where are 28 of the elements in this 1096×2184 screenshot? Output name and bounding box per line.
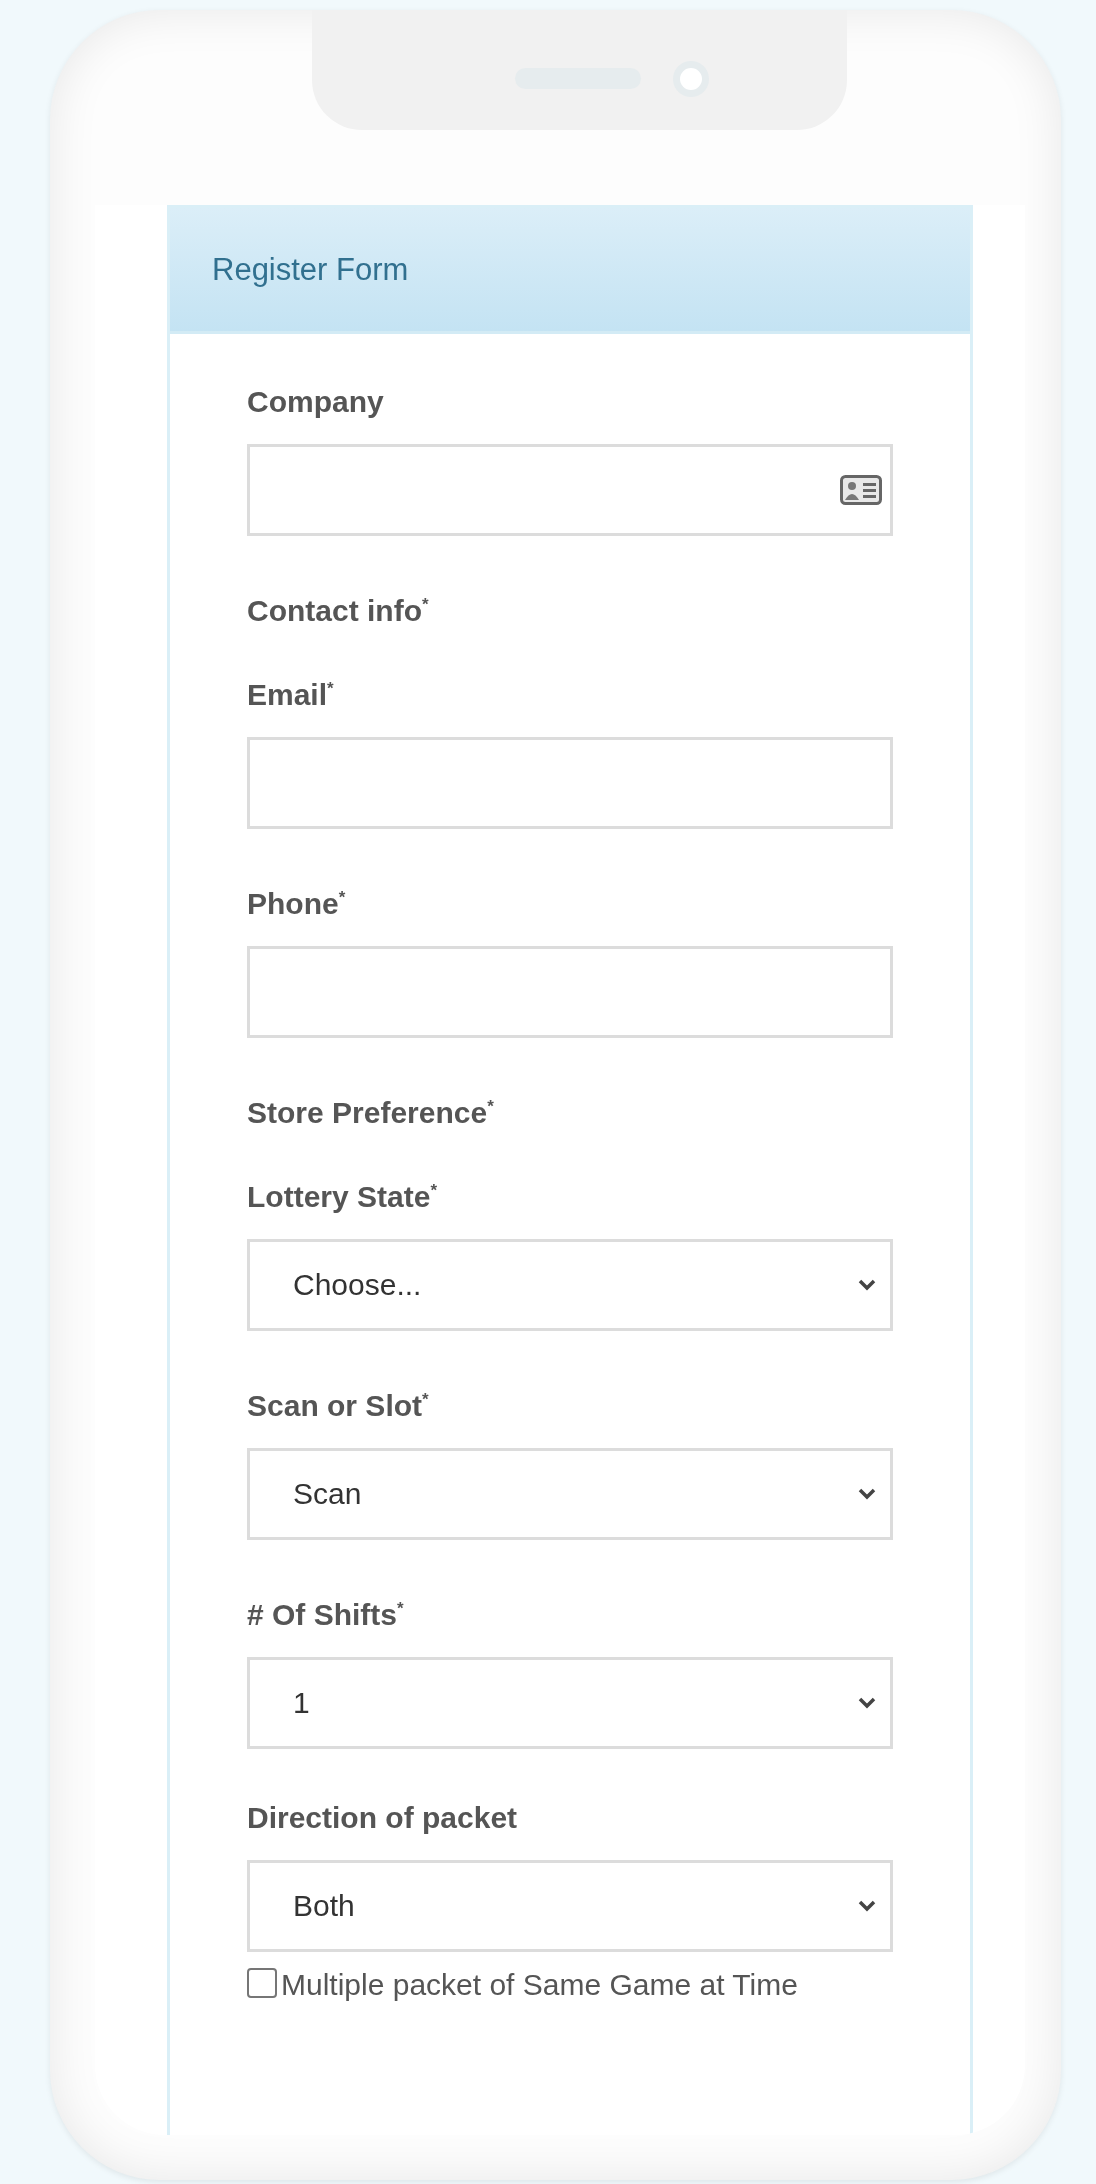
checkbox-label: Multiple packet of Same Game at Time [281,1968,798,2001]
field-label: # Of Shifts$^{*}$ [247,1597,404,1633]
select-value: Both [293,1889,355,1923]
field-label: Phone$^{*}$ [247,886,346,922]
field-label: Company [247,384,384,420]
chevron-down-icon [858,1279,876,1291]
field-label: Lottery State$^{*}$ [247,1179,437,1215]
field-label: Contact info$^{*}$ [247,593,429,629]
chevron-down-icon [858,1900,876,1912]
chevron-down-icon [858,1488,876,1500]
checkbox[interactable] [247,1968,277,1998]
text-input-field[interactable] [247,737,893,829]
field-label: Scan or Slot$^{*}$ [247,1388,429,1424]
chevron-down-icon [858,1697,876,1709]
select-field[interactable]: Both [247,1860,893,1952]
text-input-field[interactable] [247,444,893,536]
select-field[interactable]: Choose... [247,1239,893,1331]
select-field[interactable]: Scan [247,1448,893,1540]
field-label: Email$^{*}$ [247,677,334,713]
select-field[interactable]: 1 [247,1657,893,1749]
select-value: 1 [293,1686,310,1720]
field-label: Direction of packet [247,1800,518,1836]
text-input-field[interactable] [247,946,893,1038]
field-label: Store Preference$^{*}$ [247,1095,494,1131]
panel-title: Register Form [212,251,409,288]
contact-card-icon [840,475,882,505]
select-value: Scan [293,1477,362,1511]
select-value: Choose... [293,1268,422,1302]
